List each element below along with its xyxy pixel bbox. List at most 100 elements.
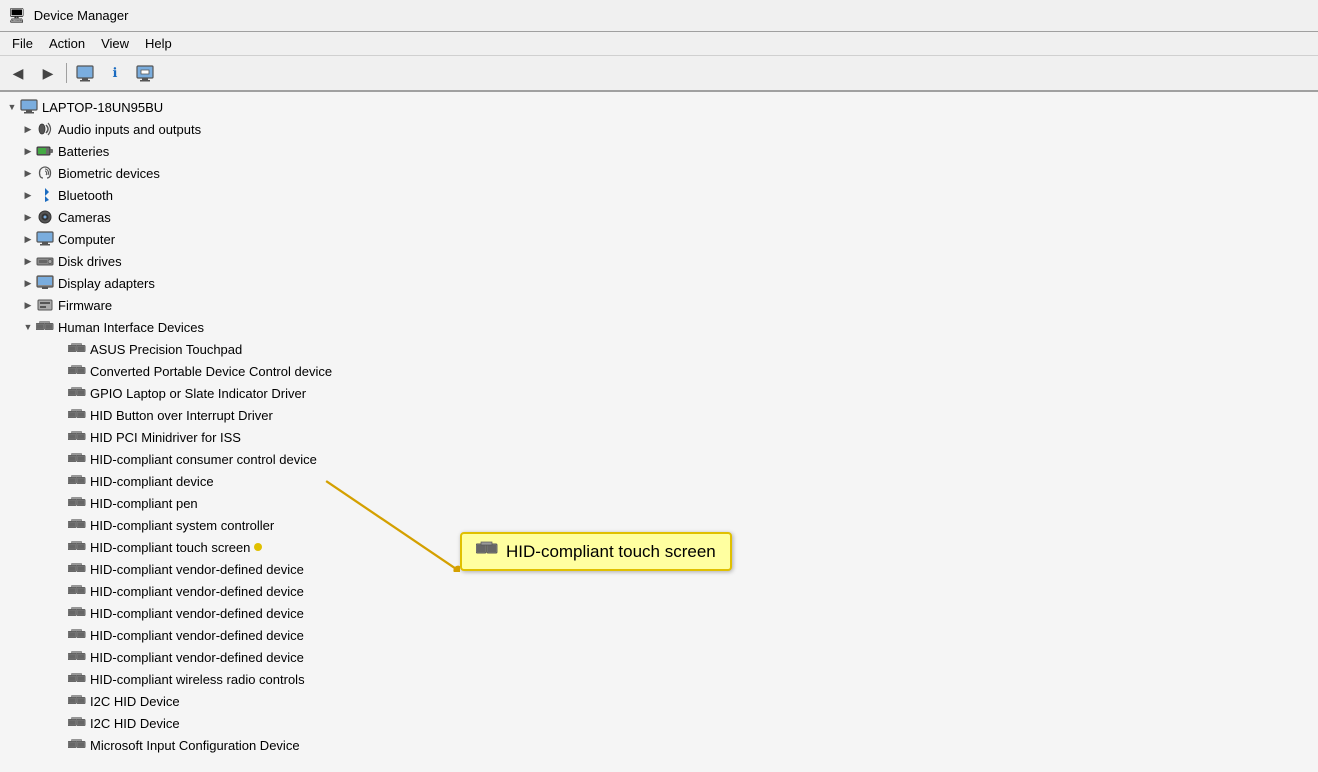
hid-device-icon-i2c2 bbox=[68, 714, 86, 732]
tree-item-hid-i2c1[interactable]: ▶ I2C HID Device bbox=[0, 690, 1318, 712]
tree-item-hid-i2c2[interactable]: ▶ I2C HID Device bbox=[0, 712, 1318, 734]
tree-item-display[interactable]: ▶ Display adapters bbox=[0, 272, 1318, 294]
disk-icon bbox=[36, 252, 54, 270]
tree-item-firmware[interactable]: ▶ Firmware bbox=[0, 294, 1318, 316]
tree-item-hid-ms-input[interactable]: ▶ Microsoft Input Configuration Device bbox=[0, 734, 1318, 756]
tree-item-hid-button[interactable]: ▶ HID Button over Interrupt Driver bbox=[0, 404, 1318, 426]
hid-device-icon-vendor2 bbox=[68, 582, 86, 600]
hid-vendor1-label: HID-compliant vendor-defined device bbox=[90, 562, 304, 577]
bluetooth-label: Bluetooth bbox=[58, 188, 113, 203]
display-expand-arrow: ▶ bbox=[20, 272, 36, 294]
disk-expand-arrow: ▶ bbox=[20, 250, 36, 272]
menu-action[interactable]: Action bbox=[41, 34, 93, 53]
hid-vendor4-label: HID-compliant vendor-defined device bbox=[90, 628, 304, 643]
hid-vendor2-label: HID-compliant vendor-defined device bbox=[90, 584, 304, 599]
hid-device-icon-gpio bbox=[68, 384, 86, 402]
computer-expand-arrow: ▶ bbox=[20, 228, 36, 250]
root-expand-arrow: ▼ bbox=[4, 96, 20, 118]
hid-label: Human Interface Devices bbox=[58, 320, 204, 335]
camera-icon bbox=[36, 208, 54, 226]
hid-converted-label: Converted Portable Device Control device bbox=[90, 364, 332, 379]
tree-item-cameras[interactable]: ▶ Cameras bbox=[0, 206, 1318, 228]
firmware-icon bbox=[36, 296, 54, 314]
audio-icon bbox=[36, 120, 54, 138]
title-bar-text: Device Manager bbox=[34, 8, 129, 23]
tree-root[interactable]: ▼ LAPTOP-18UN95BU bbox=[0, 96, 1318, 118]
biometric-icon bbox=[36, 164, 54, 182]
hid-pen-label: HID-compliant pen bbox=[90, 496, 198, 511]
callout-container: HID-compliant touch screen bbox=[460, 532, 732, 571]
tree-item-hid[interactable]: ▼ Human Interface Devices bbox=[0, 316, 1318, 338]
computer-tree-icon bbox=[36, 230, 54, 248]
callout-icon bbox=[476, 540, 498, 563]
hid-device-icon-vendor3 bbox=[68, 604, 86, 622]
forward-button[interactable]: ▶ bbox=[34, 59, 62, 87]
tree-item-hid-converted[interactable]: ▶ Converted Portable Device Control devi… bbox=[0, 360, 1318, 382]
hid-device-icon-consumer bbox=[68, 450, 86, 468]
menu-help[interactable]: Help bbox=[137, 34, 180, 53]
tree-item-hid-pen[interactable]: ▶ HID-compliant pen bbox=[0, 492, 1318, 514]
hid-touch-label: HID-compliant touch screen bbox=[90, 540, 250, 555]
battery-icon bbox=[36, 142, 54, 160]
display-icon bbox=[36, 274, 54, 292]
tree-item-hid-device1[interactable]: ▶ HID-compliant device bbox=[0, 470, 1318, 492]
hid-device-icon-vendor4 bbox=[68, 626, 86, 644]
batteries-expand-arrow: ▶ bbox=[20, 140, 36, 162]
callout-box: HID-compliant touch screen bbox=[460, 532, 732, 571]
display-label: Display adapters bbox=[58, 276, 155, 291]
tree-item-hid-gpio[interactable]: ▶ GPIO Laptop or Slate Indicator Driver bbox=[0, 382, 1318, 404]
tree-item-hid-asus[interactable]: ▶ ASUS Precision Touchpad bbox=[0, 338, 1318, 360]
menu-file[interactable]: File bbox=[4, 34, 41, 53]
hid-device-icon-asus bbox=[68, 340, 86, 358]
firmware-label: Firmware bbox=[58, 298, 112, 313]
tree-item-biometric[interactable]: ▶ Biometric devices bbox=[0, 162, 1318, 184]
scan-button[interactable] bbox=[131, 59, 159, 87]
tree-item-hid-pci[interactable]: ▶ HID PCI Minidriver for ISS bbox=[0, 426, 1318, 448]
hid-device-icon-converted bbox=[68, 362, 86, 380]
title-bar-icon: 🖥 bbox=[8, 7, 26, 24]
batteries-label: Batteries bbox=[58, 144, 109, 159]
hid-device-icon-touch bbox=[68, 538, 86, 556]
tree-item-hid-vendor2[interactable]: ▶ HID-compliant vendor-defined device bbox=[0, 580, 1318, 602]
audio-label: Audio inputs and outputs bbox=[58, 122, 201, 137]
update-driver-button[interactable]: ℹ bbox=[101, 59, 129, 87]
title-bar: 🖥 Device Manager bbox=[0, 0, 1318, 32]
tree-item-hid-vendor4[interactable]: ▶ HID-compliant vendor-defined device bbox=[0, 624, 1318, 646]
hid-button-label: HID Button over Interrupt Driver bbox=[90, 408, 273, 423]
tree-item-batteries[interactable]: ▶ Batteries bbox=[0, 140, 1318, 162]
hid-i2c1-label: I2C HID Device bbox=[90, 694, 180, 709]
hid-device-icon-pen bbox=[68, 494, 86, 512]
tree-item-audio[interactable]: ▶ Audio inputs and outputs bbox=[0, 118, 1318, 140]
bluetooth-icon bbox=[36, 186, 54, 204]
hid-i2c2-label: I2C HID Device bbox=[90, 716, 180, 731]
hid-device-icon-pci bbox=[68, 428, 86, 446]
hid-ms-input-label: Microsoft Input Configuration Device bbox=[90, 738, 300, 753]
tree-item-bluetooth[interactable]: ▶ Bluetooth bbox=[0, 184, 1318, 206]
touch-indicator-dot bbox=[254, 543, 262, 551]
biometric-label: Biometric devices bbox=[58, 166, 160, 181]
tree-item-computer[interactable]: ▶ Computer bbox=[0, 228, 1318, 250]
root-label: LAPTOP-18UN95BU bbox=[42, 100, 163, 115]
hid-pci-label: HID PCI Minidriver for ISS bbox=[90, 430, 241, 445]
hid-vendor5-label: HID-compliant vendor-defined device bbox=[90, 650, 304, 665]
properties-button[interactable] bbox=[71, 59, 99, 87]
hid-device-icon-i2c1 bbox=[68, 692, 86, 710]
tree-item-disk[interactable]: ▶ Disk drives bbox=[0, 250, 1318, 272]
hid-device-icon-system bbox=[68, 516, 86, 534]
back-button[interactable]: ◀ bbox=[4, 59, 32, 87]
hid-wireless-label: HID-compliant wireless radio controls bbox=[90, 672, 305, 687]
tree-item-hid-vendor3[interactable]: ▶ HID-compliant vendor-defined device bbox=[0, 602, 1318, 624]
toolbar: ◀ ▶ ℹ bbox=[0, 56, 1318, 92]
hid-device-icon-device1 bbox=[68, 472, 86, 490]
menu-view[interactable]: View bbox=[93, 34, 137, 53]
menu-bar: File Action View Help bbox=[0, 32, 1318, 56]
hid-system-label: HID-compliant system controller bbox=[90, 518, 274, 533]
bluetooth-expand-arrow: ▶ bbox=[20, 184, 36, 206]
hid-vendor3-label: HID-compliant vendor-defined device bbox=[90, 606, 304, 621]
tree-item-hid-vendor5[interactable]: ▶ HID-compliant vendor-defined device bbox=[0, 646, 1318, 668]
tree-item-hid-consumer[interactable]: ▶ HID-compliant consumer control device bbox=[0, 448, 1318, 470]
tree-item-hid-wireless[interactable]: ▶ HID-compliant wireless radio controls bbox=[0, 668, 1318, 690]
cameras-expand-arrow: ▶ bbox=[20, 206, 36, 228]
firmware-expand-arrow: ▶ bbox=[20, 294, 36, 316]
computer-label: Computer bbox=[58, 232, 115, 247]
